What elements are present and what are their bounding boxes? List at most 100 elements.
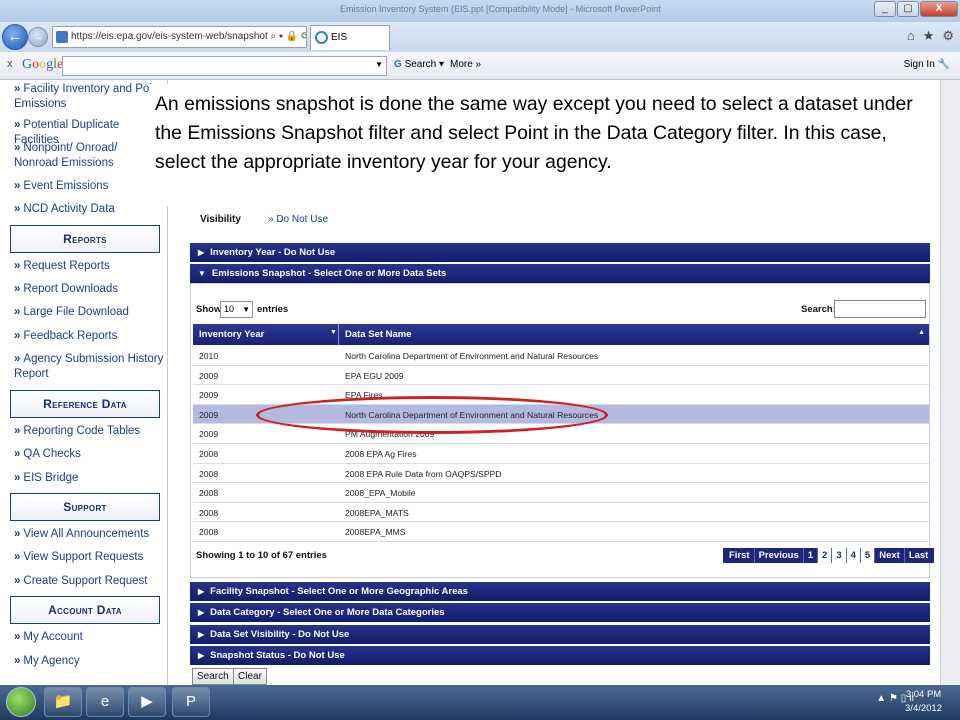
sidebar-item-facility-inventory[interactable]: » Facility Inventory and Point Emissions (14, 82, 164, 112)
sort-up-icon[interactable]: ▲ (918, 329, 925, 336)
google-search-input[interactable]: ▼ (62, 56, 387, 76)
ie-icon (315, 31, 328, 44)
sidebar-heading-reference-data: Reference Data (10, 390, 160, 418)
table-row[interactable]: 2008 2008 EPA Ag Fires (193, 444, 929, 464)
cell-data-set-name: 2008_EPA_Mobile (345, 488, 416, 499)
expand-triangle-icon: ▶ (198, 651, 205, 660)
cell-data-set-name: 2008 EPA Rule Data from OAQPS/SPPD (345, 468, 502, 479)
column-header-data-set-name[interactable]: Data Set Name (345, 329, 412, 340)
minimize-button[interactable]: _ (874, 1, 896, 17)
google-search-button[interactable]: G Search ▾ (394, 59, 444, 70)
panel-facility-snapshot[interactable]: ▶ Facility Snapshot - Select One or More … (190, 582, 930, 601)
cell-inventory-year: 2009 (199, 370, 219, 381)
sidebar-item-eis-bridge[interactable]: » EIS Bridge (14, 471, 164, 486)
search-button[interactable]: Search (192, 668, 234, 685)
cell-inventory-year: 2009 (199, 390, 219, 401)
instruction-callout: An emissions snapshot is done the same w… (150, 84, 935, 206)
explorer-folder-icon[interactable]: 📁 (44, 687, 82, 717)
media-player-icon[interactable]: ▶ (128, 687, 166, 717)
sidebar-item-qa-checks[interactable]: » QA Checks (14, 447, 164, 462)
powerpoint-icon[interactable]: P (172, 687, 210, 717)
chevron-down-icon[interactable]: ▼ (375, 60, 383, 69)
show-label: Show (196, 304, 222, 315)
forward-arrow-icon[interactable]: → (28, 27, 48, 47)
table-row[interactable]: 2008 2008EPA_MMS (193, 522, 929, 542)
sidebar-item-view-announcements[interactable]: » View All Announcements (14, 527, 164, 542)
favorites-star-icon[interactable]: ★ (923, 28, 935, 44)
pager-page-3[interactable]: 3 (832, 548, 847, 563)
sidebar-item-report-downloads[interactable]: » Report Downloads (14, 282, 164, 297)
browser-address-bar: ← → https://eis.epa.gov/eis-system-web/s… (0, 22, 960, 52)
cell-inventory-year: 2008 (199, 507, 219, 518)
panel-data-category[interactable]: ▶ Data Category - Select One or More Data… (190, 603, 930, 622)
table-info: Showing 1 to 10 of 67 entries (196, 550, 327, 561)
cell-inventory-year: 2008 (199, 488, 219, 499)
sidebar-item-large-file-download[interactable]: » Large File Download (14, 305, 164, 320)
table-row[interactable]: 2010 North Carolina Department of Environ… (193, 346, 929, 366)
pager-next[interactable]: Next (875, 548, 905, 563)
site-favicon-icon (56, 31, 68, 43)
sidebar-item-nonpoint[interactable]: » Nonpoint/ Onroad/ Nonroad Emissions (14, 141, 164, 171)
url-field[interactable]: https://eis.epa.gov/eis-system-web/snaps… (52, 26, 307, 48)
table-search-input[interactable] (834, 300, 926, 318)
panel-inventory-year[interactable]: ▶ Inventory Year - Do Not Use (190, 243, 930, 262)
entries-per-page-select[interactable]: 10 ▼ (220, 301, 253, 318)
start-button[interactable] (6, 687, 36, 717)
cell-data-set-name: 2008 EPA Ag Fires (345, 449, 417, 459)
sidebar-item-view-support-requests[interactable]: » View Support Requests (14, 550, 164, 565)
sidebar-item-request-reports[interactable]: » Request Reports (14, 259, 164, 274)
home-icon[interactable]: ⌂ (907, 28, 915, 44)
cell-inventory-year: 2009 (199, 409, 219, 420)
taskbar-clock[interactable]: 3:04 PM 3/4/2012 (905, 688, 942, 716)
sidebar-item-my-account[interactable]: » My Account (14, 630, 164, 645)
table-row[interactable]: 2008 2008EPA_MATS (193, 503, 929, 523)
sidebar-heading-reports: Reports (10, 225, 160, 253)
pager-first[interactable]: First (725, 548, 755, 563)
sidebar-item-feedback-reports[interactable]: » Feedback Reports (14, 329, 164, 344)
sign-in-link[interactable]: Sign In 🔧 (904, 59, 950, 70)
chevron-down-icon: ▼ (242, 305, 250, 314)
table-row[interactable]: 2008 2008_EPA_Mobile (193, 483, 929, 503)
table-row[interactable]: 2009 EPA EGU 2009 (193, 366, 929, 386)
panel-data-set-visibility[interactable]: ▶ Data Set Visibility - Do Not Use (190, 625, 930, 644)
google-toolbar: x Google ▼ G Search ▾ More » Sign In 🔧 (0, 52, 960, 80)
cell-inventory-year: 2008 (199, 527, 219, 538)
sidebar-item-event-emissions[interactable]: » Event Emissions (14, 179, 164, 194)
cell-data-set-name: EPA EGU 2009 (345, 370, 404, 381)
table-search-label: Search: (801, 304, 836, 315)
toolbar-close-icon[interactable]: x (7, 58, 13, 70)
windows-taskbar: 📁 e ▶ P ▲ ⚑ ▯ ıl 3:04 PM 3/4/2012 (0, 685, 960, 720)
clear-button[interactable]: Clear (233, 668, 267, 685)
internet-explorer-icon[interactable]: e (86, 687, 124, 717)
pagination: First Previous 1 2 3 4 5 Next Last (723, 548, 935, 563)
sidebar-item-create-support-request[interactable]: » Create Support Request (14, 574, 164, 589)
pager-page-1[interactable]: 1 (803, 548, 819, 563)
panel-snapshot-status[interactable]: ▶ Snapshot Status - Do Not Use (190, 646, 930, 665)
visibility-value: » Do Not Use (268, 214, 329, 225)
column-header-inventory-year[interactable]: Inventory Year (199, 329, 264, 340)
sidebar-item-submission-history[interactable]: » Agency Submission History Report (14, 352, 164, 382)
pager-last[interactable]: Last (905, 548, 933, 563)
tab-eis[interactable]: EIS (310, 25, 390, 50)
more-button[interactable]: More » (450, 59, 481, 70)
table-row[interactable]: 2008 2008 EPA Rule Data from OAQPS/SPPD (193, 464, 929, 484)
vertical-scrollbar[interactable] (940, 80, 960, 685)
tools-gear-icon[interactable]: ⚙ (942, 28, 954, 44)
panel-emissions-snapshot[interactable]: ▼ Emissions Snapshot - Select One or More… (190, 264, 930, 283)
cell-data-set-name: 2008EPA_MATS (345, 507, 409, 518)
sort-down-icon[interactable]: ▼ (330, 329, 337, 336)
window-title: Emission Inventory System (EIS.ppt [Comp… (340, 4, 661, 14)
cell-data-set-name: North Carolina Department of Environment… (345, 351, 599, 361)
url-actions[interactable]: ⌕ ▾ 🔒 ⟳ ✕ (271, 31, 306, 42)
pager-page-2[interactable]: 2 (818, 548, 833, 563)
pager-page-4[interactable]: 4 (846, 548, 861, 563)
back-arrow-icon[interactable]: ← (2, 24, 28, 50)
expand-triangle-icon: ▶ (198, 587, 205, 596)
close-button[interactable]: X (920, 1, 958, 17)
pager-page-5[interactable]: 5 (860, 548, 876, 563)
pager-previous[interactable]: Previous (755, 548, 804, 563)
maximize-button[interactable]: ▢ (897, 1, 919, 17)
sidebar-item-reporting-code-tables[interactable]: » Reporting Code Tables (14, 424, 164, 439)
sidebar-item-my-agency[interactable]: » My Agency (14, 654, 164, 669)
sidebar-item-ncd-activity[interactable]: » NCD Activity Data (14, 202, 164, 217)
